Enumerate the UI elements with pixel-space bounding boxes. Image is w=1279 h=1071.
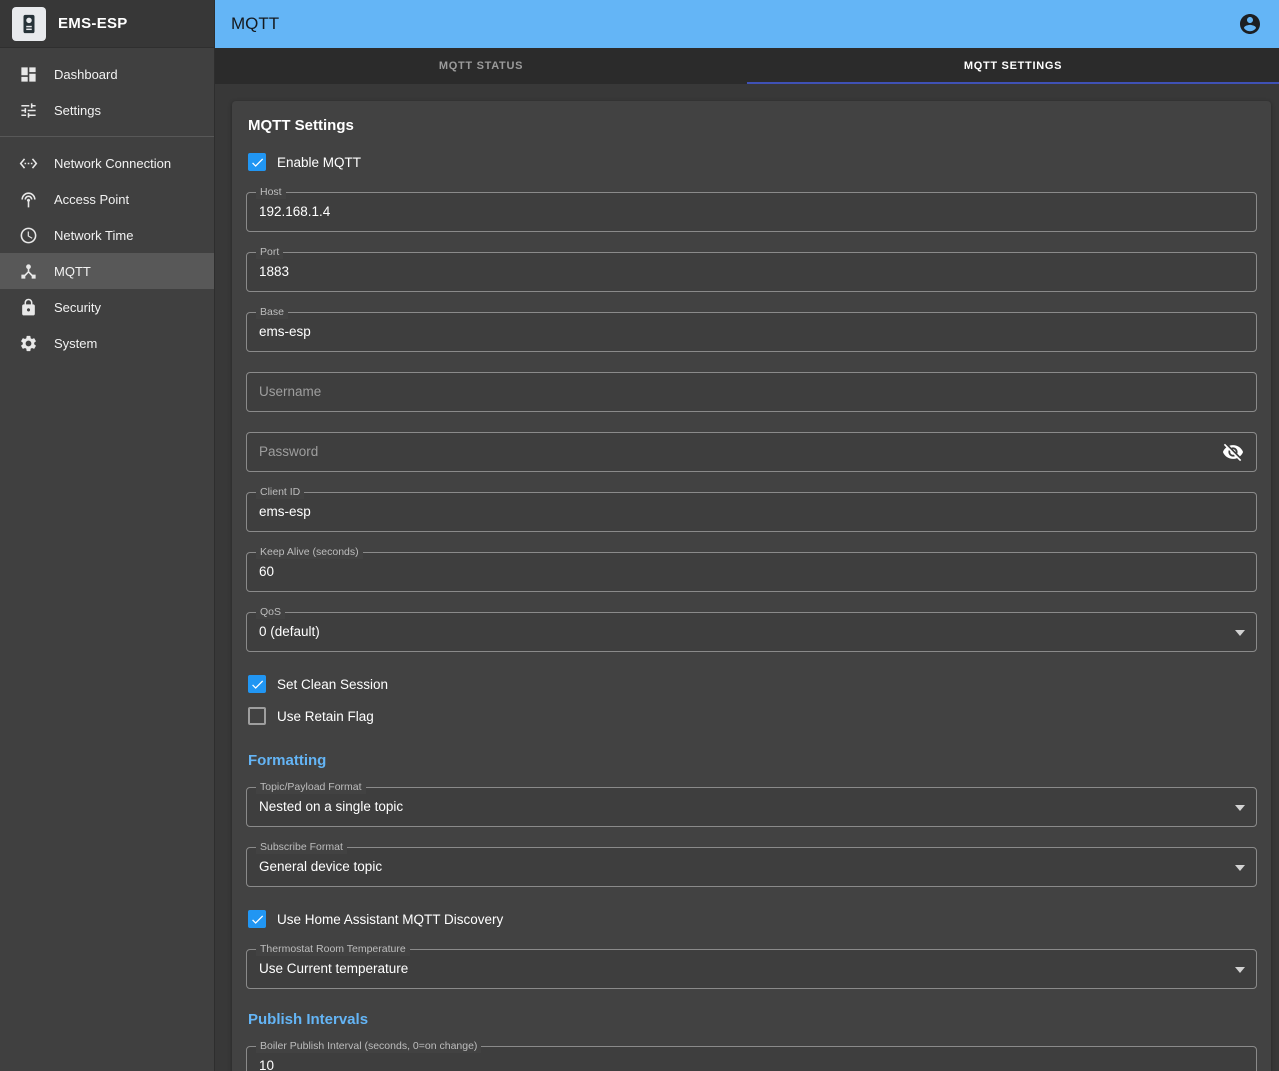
device-hub-icon <box>18 261 38 281</box>
field-placeholder: Password <box>247 433 1256 471</box>
sidebar-nav: Dashboard Settings Network Connection Ac… <box>0 48 214 361</box>
sidebar-item-system[interactable]: System <box>0 325 214 361</box>
field-label: Subscribe Format <box>256 841 347 854</box>
mqtt-settings-card: MQTT Settings Enable MQTT Host 192.168.1… <box>232 101 1271 1071</box>
sidebar-item-access-point[interactable]: Access Point <box>0 181 214 217</box>
ethernet-icon <box>18 153 38 173</box>
wifi-tethering-icon <box>18 189 38 209</box>
keep-alive-field[interactable]: Keep Alive (seconds) 60 <box>246 552 1257 592</box>
username-field[interactable]: Username <box>246 372 1257 412</box>
checkbox-label: Use Retain Flag <box>277 709 374 724</box>
checkbox-checked-icon <box>248 910 266 928</box>
password-field[interactable]: Password <box>246 432 1257 472</box>
chevron-down-icon <box>1235 805 1245 811</box>
field-label: QoS <box>256 606 285 619</box>
clean-session-checkbox[interactable]: Set Clean Session <box>248 672 1257 696</box>
enable-mqtt-checkbox[interactable]: Enable MQTT <box>248 150 1257 174</box>
client-id-field[interactable]: Client ID ems-esp <box>246 492 1257 532</box>
panel-title: MQTT Settings <box>248 117 1257 134</box>
sidebar-item-label: Access Point <box>54 192 129 207</box>
field-label: Thermostat Room Temperature <box>256 943 410 956</box>
select-value: Nested on a single topic <box>247 788 1256 826</box>
sidebar-item-label: Security <box>54 300 101 315</box>
sidebar: EMS-ESP Dashboard Settings Network Conne… <box>0 0 215 1071</box>
checkbox-checked-icon <box>248 675 266 693</box>
host-field[interactable]: Host 192.168.1.4 <box>246 192 1257 232</box>
formatting-heading: Formatting <box>248 752 1257 769</box>
field-placeholder: Username <box>247 373 1256 411</box>
content-area: MQTT Settings Enable MQTT Host 192.168.1… <box>215 84 1279 1071</box>
subscribe-format-select[interactable]: Subscribe Format General device topic <box>246 847 1257 887</box>
visibility-off-icon[interactable] <box>1222 441 1246 465</box>
lock-icon <box>18 297 38 317</box>
tab-bar: MQTT STATUS MQTT SETTINGS <box>215 48 1279 84</box>
sidebar-item-settings[interactable]: Settings <box>0 92 214 128</box>
sidebar-item-mqtt[interactable]: MQTT <box>0 253 214 289</box>
sidebar-item-network-time[interactable]: Network Time <box>0 217 214 253</box>
account-circle-icon[interactable] <box>1237 11 1263 37</box>
appbar: MQTT <box>215 0 1279 48</box>
sidebar-divider <box>0 136 214 137</box>
ha-discovery-checkbox[interactable]: Use Home Assistant MQTT Discovery <box>248 907 1257 931</box>
field-label: Boiler Publish Interval (seconds, 0=on c… <box>256 1040 481 1053</box>
field-label: Client ID <box>256 486 304 499</box>
sidebar-item-dashboard[interactable]: Dashboard <box>0 56 214 92</box>
field-value: 1883 <box>247 253 1256 291</box>
field-value: ems-esp <box>247 313 1256 351</box>
field-value: 192.168.1.4 <box>247 193 1256 231</box>
field-label: Topic/Payload Format <box>256 781 366 794</box>
tune-icon <box>18 100 38 120</box>
field-value: 60 <box>247 553 1256 591</box>
sidebar-item-label: System <box>54 336 97 351</box>
sidebar-header: EMS-ESP <box>0 0 214 48</box>
sidebar-item-label: Network Connection <box>54 156 171 171</box>
publish-intervals-heading: Publish Intervals <box>248 1011 1257 1028</box>
sidebar-item-label: MQTT <box>54 264 91 279</box>
checkbox-label: Use Home Assistant MQTT Discovery <box>277 912 503 927</box>
checkbox-checked-icon <box>248 153 266 171</box>
select-value: General device topic <box>247 848 1256 886</box>
sidebar-item-network-connection[interactable]: Network Connection <box>0 145 214 181</box>
sidebar-item-label: Settings <box>54 103 101 118</box>
dashboard-icon <box>18 64 38 84</box>
tab-mqtt-settings[interactable]: MQTT SETTINGS <box>747 48 1279 84</box>
port-field[interactable]: Port 1883 <box>246 252 1257 292</box>
sidebar-item-label: Network Time <box>54 228 133 243</box>
field-label: Host <box>256 186 286 199</box>
page-title: MQTT <box>231 14 279 34</box>
main-area: MQTT MQTT STATUS MQTT SETTINGS MQTT Sett… <box>215 0 1279 1071</box>
clock-icon <box>18 225 38 245</box>
chevron-down-icon <box>1235 865 1245 871</box>
checkbox-label: Enable MQTT <box>277 155 361 170</box>
field-label: Base <box>256 306 288 319</box>
app-logo-icon <box>12 7 46 41</box>
boiler-interval-field[interactable]: Boiler Publish Interval (seconds, 0=on c… <box>246 1046 1257 1071</box>
field-value: ems-esp <box>247 493 1256 531</box>
topic-format-select[interactable]: Topic/Payload Format Nested on a single … <box>246 787 1257 827</box>
tab-mqtt-status[interactable]: MQTT STATUS <box>215 48 747 84</box>
thermostat-temp-select[interactable]: Thermostat Room Temperature Use Current … <box>246 949 1257 989</box>
field-label: Port <box>256 246 283 259</box>
chevron-down-icon <box>1235 630 1245 636</box>
app-title: EMS-ESP <box>58 15 128 32</box>
retain-flag-checkbox[interactable]: Use Retain Flag <box>248 704 1257 728</box>
sidebar-item-label: Dashboard <box>54 67 118 82</box>
base-field[interactable]: Base ems-esp <box>246 312 1257 352</box>
checkbox-unchecked-icon <box>248 707 266 725</box>
sidebar-item-security[interactable]: Security <box>0 289 214 325</box>
qos-select[interactable]: QoS 0 (default) <box>246 612 1257 652</box>
gear-icon <box>18 333 38 353</box>
checkbox-label: Set Clean Session <box>277 677 388 692</box>
field-label: Keep Alive (seconds) <box>256 546 363 559</box>
select-value: 0 (default) <box>247 613 1256 651</box>
chevron-down-icon <box>1235 967 1245 973</box>
